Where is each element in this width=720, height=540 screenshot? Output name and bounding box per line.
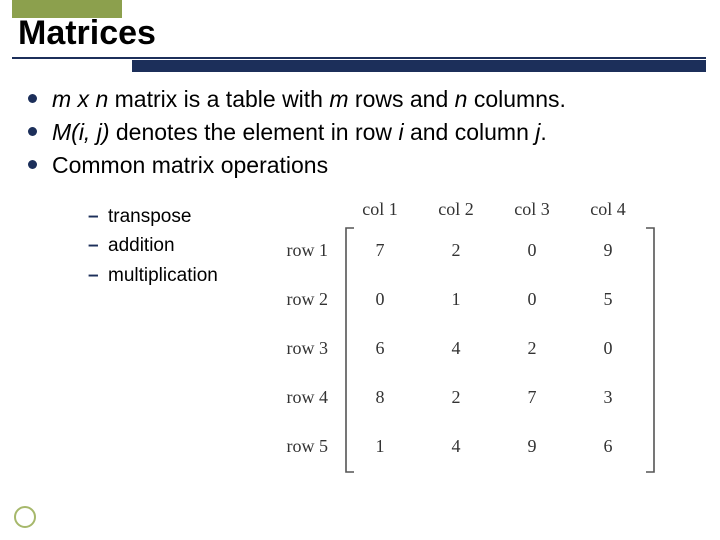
table-row: row 3 6 4 2 0 [270, 324, 646, 373]
bullet-list: m x n matrix is a table with m rows and … [22, 84, 698, 181]
cell: 2 [418, 226, 494, 275]
left-bracket-icon [344, 226, 356, 474]
row-label: row 3 [270, 324, 342, 373]
page-title: Matrices [18, 14, 156, 53]
cell: 9 [570, 226, 646, 275]
cell: 5 [570, 275, 646, 324]
cell: 0 [494, 226, 570, 275]
lower-region: transpose addition multiplication col 1 … [50, 196, 700, 290]
text: rows and [349, 86, 455, 112]
cell: 0 [570, 324, 646, 373]
text-mij: M(i, j) [52, 119, 109, 145]
text: matrix is a table with [108, 86, 329, 112]
cell: 0 [494, 275, 570, 324]
text: columns. [467, 86, 565, 112]
matrix-figure: col 1 col 2 col 3 col 4 row 1 7 2 0 9 ro… [270, 196, 646, 471]
cell: 6 [570, 422, 646, 471]
text-m: m [329, 86, 348, 112]
bullet-2: M(i, j) denotes the element in row i and… [22, 117, 698, 148]
content-area: m x n matrix is a table with m rows and … [0, 64, 720, 181]
cell: 2 [418, 373, 494, 422]
bullet-3: Common matrix operations [22, 150, 698, 181]
table-row: row 4 8 2 7 3 [270, 373, 646, 422]
cell: 3 [570, 373, 646, 422]
cell: 2 [494, 324, 570, 373]
cell: 1 [418, 275, 494, 324]
row-label: row 1 [270, 226, 342, 275]
bullet-1: m x n matrix is a table with m rows and … [22, 84, 698, 115]
col-label: col 4 [570, 196, 646, 226]
col-header-row: col 1 col 2 col 3 col 4 [270, 196, 646, 226]
slide-marker-icon [14, 506, 36, 528]
cell: 4 [418, 422, 494, 471]
right-bracket-icon [644, 226, 656, 474]
slide-header: Matrices [0, 0, 720, 64]
text: . [540, 119, 546, 145]
text-mxn: m x n [52, 86, 108, 112]
text: Common matrix operations [52, 152, 328, 178]
table-row: row 5 1 4 9 6 [270, 422, 646, 471]
text: denotes the element in row [109, 119, 398, 145]
cell: 9 [494, 422, 570, 471]
matrix-table: col 1 col 2 col 3 col 4 row 1 7 2 0 9 ro… [270, 196, 646, 471]
cell: 4 [418, 324, 494, 373]
cell: 7 [494, 373, 570, 422]
text-n: n [455, 86, 468, 112]
table-row: row 1 7 2 0 9 [270, 226, 646, 275]
col-label: col 1 [342, 196, 418, 226]
row-label: row 5 [270, 422, 342, 471]
title-underline-thin [12, 57, 706, 59]
table-row: row 2 0 1 0 5 [270, 275, 646, 324]
row-label: row 4 [270, 373, 342, 422]
col-label: col 3 [494, 196, 570, 226]
title-underline-thick [132, 60, 706, 72]
text: and column [404, 119, 536, 145]
col-label: col 2 [418, 196, 494, 226]
row-label: row 2 [270, 275, 342, 324]
